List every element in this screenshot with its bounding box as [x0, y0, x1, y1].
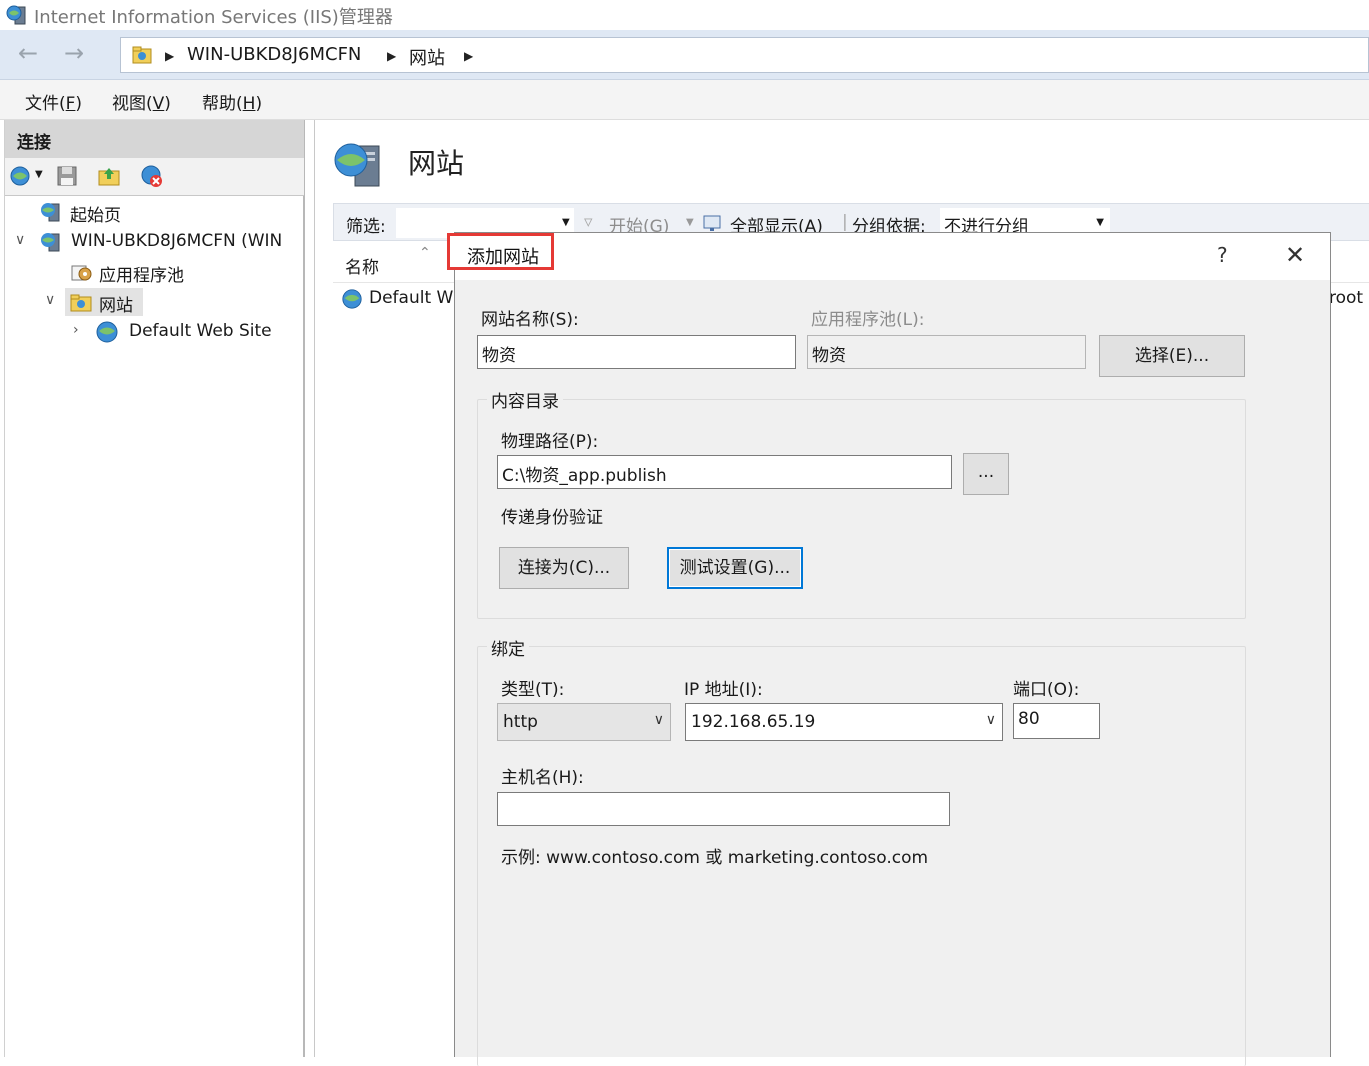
address-breadcrumb[interactable]: ▶ WIN-UBKD8J6MCFN ▶ 网站 ▶ [120, 37, 1369, 73]
list-item-label: Default W [369, 288, 454, 308]
chevron-down-icon: ∨ [653, 712, 664, 728]
save-icon[interactable] [55, 164, 79, 188]
type-select[interactable]: http ∨ [497, 703, 671, 741]
filter-label: 筛选: [346, 217, 386, 237]
page-title: 网站 [408, 147, 465, 180]
list-item-path-fragment: root [1329, 288, 1364, 308]
window-title: Internet Information Services (IIS)管理器 [34, 7, 393, 28]
tree-item-server[interactable]: ∨ WIN-UBKD8J6MCFN (WIN [13, 228, 303, 256]
add-website-dialog: 添加网站 ? ✕ 网站名称(S): 应用程序池(L): 物资 物资 选择(E).… [447, 232, 1331, 1066]
browse-button[interactable]: ... [963, 453, 1009, 495]
breadcrumb-separator: ▶ [165, 49, 175, 63]
dialog-title: 添加网站 [467, 247, 539, 268]
start-dropdown-icon[interactable]: ▼ [686, 217, 694, 228]
close-button[interactable]: ✕ [1285, 241, 1305, 269]
tree-label: 应用程序池 [99, 266, 184, 286]
sites-header-icon [334, 143, 380, 187]
show-all-icon [703, 215, 721, 231]
content-directory-legend: 内容目录 [487, 387, 563, 412]
dropdown-caret-icon: ▼ [1096, 217, 1104, 228]
binding-legend: 绑定 [487, 635, 529, 660]
hostname-input[interactable] [497, 792, 950, 826]
port-input[interactable]: 80 [1013, 703, 1100, 739]
sites-folder-icon [70, 294, 92, 312]
breadcrumb-separator: ▶ [464, 49, 474, 63]
tree-label: 网站 [99, 296, 133, 316]
ip-address-select[interactable]: 192.168.65.19 ∨ [685, 703, 1003, 741]
filter-dropdown-icon[interactable]: ▼ [562, 217, 570, 228]
help-button[interactable]: ? [1217, 243, 1228, 267]
test-settings-button[interactable]: 测试设置(G)... [667, 547, 803, 589]
ip-address-value: 192.168.65.19 [691, 712, 816, 732]
tree-label: Default Web Site [129, 321, 272, 341]
iis-app-icon [6, 5, 26, 25]
navigation-bar: ← → ▶ WIN-UBKD8J6MCFN ▶ 网站 ▶ [0, 30, 1369, 80]
filter-funnel-icon: ▿ [584, 212, 593, 232]
tree-label: 起始页 [70, 206, 121, 226]
server-icon [41, 233, 60, 252]
start-page-icon [41, 203, 60, 222]
sort-up-icon: ⌃ [419, 245, 431, 261]
tree-item-start-page[interactable]: 起始页 [23, 198, 303, 226]
site-name-input[interactable]: 物资 [477, 335, 796, 369]
physical-path-input[interactable]: C:\物资_app.publish [497, 455, 952, 489]
menu-file[interactable]: 文件(F) [25, 89, 82, 114]
up-folder-icon[interactable] [97, 164, 121, 188]
physical-path-label: 物理路径(P): [501, 432, 599, 452]
chevron-down-icon: ∨ [985, 712, 996, 728]
pass-auth-label: 传递身份验证 [501, 508, 603, 528]
breadcrumb-separator: ▶ [387, 49, 397, 63]
window-titlebar: Internet Information Services (IIS)管理器 [0, 0, 1369, 30]
menu-help[interactable]: 帮助(H) [202, 89, 262, 114]
connections-pane: 连接 ▼ 起始页 ∨ WIN-UBKD8J6MCFN (WIN 应用程序池 ∨ … [4, 120, 305, 1057]
connect-globe-icon[interactable] [9, 164, 33, 188]
app-pool-input: 物资 [807, 335, 1086, 369]
connections-title: 连接 [17, 133, 51, 153]
dropdown-caret-icon[interactable]: ▼ [35, 169, 43, 180]
hostname-example-text: 示例: www.contoso.com 或 marketing.contoso.… [501, 848, 929, 868]
type-value: http [503, 712, 538, 732]
port-label: 端口(O): [1013, 680, 1080, 700]
folder-icon [132, 46, 152, 64]
forward-arrow-icon[interactable]: → [56, 39, 92, 69]
chevron-down-icon[interactable]: ∨ [15, 232, 25, 248]
ip-address-label: IP 地址(I): [684, 680, 763, 700]
app-pool-icon [71, 265, 92, 281]
toolbar-divider: | [842, 212, 848, 232]
tree-label: WIN-UBKD8J6MCFN (WIN [71, 231, 283, 251]
app-pool-label: 应用程序池(L): [811, 310, 925, 330]
breadcrumb-sites[interactable]: 网站 [409, 44, 445, 70]
connections-toolbar: ▼ [5, 158, 304, 196]
site-name-label: 网站名称(S): [481, 310, 579, 330]
back-arrow-icon[interactable]: ← [10, 39, 46, 69]
hostname-label: 主机名(H): [501, 768, 584, 788]
breadcrumb-server[interactable]: WIN-UBKD8J6MCFN [187, 44, 361, 65]
type-label: 类型(T): [501, 680, 565, 700]
website-globe-icon [96, 321, 118, 343]
menu-view[interactable]: 视图(V) [112, 89, 171, 114]
menu-bar: 文件(F) 视图(V) 帮助(H) [0, 80, 1369, 120]
tree-item-default-web-site[interactable]: › Default Web Site [71, 318, 303, 346]
chevron-right-icon[interactable]: › [73, 322, 79, 338]
connect-as-button[interactable]: 连接为(C)... [499, 547, 629, 589]
tree-item-app-pools[interactable]: 应用程序池 [43, 258, 303, 286]
chevron-down-icon[interactable]: ∨ [45, 292, 55, 308]
connections-header: 连接 [5, 120, 304, 158]
tree-item-sites[interactable]: ∨ 网站 [43, 288, 303, 316]
dialog-titlebar: 添加网站 ? ✕ [447, 233, 1330, 280]
column-name-header[interactable]: 名称 [345, 253, 379, 278]
disconnect-icon[interactable] [140, 164, 164, 188]
website-globe-icon [342, 289, 362, 309]
select-app-pool-button[interactable]: 选择(E)... [1099, 335, 1245, 377]
